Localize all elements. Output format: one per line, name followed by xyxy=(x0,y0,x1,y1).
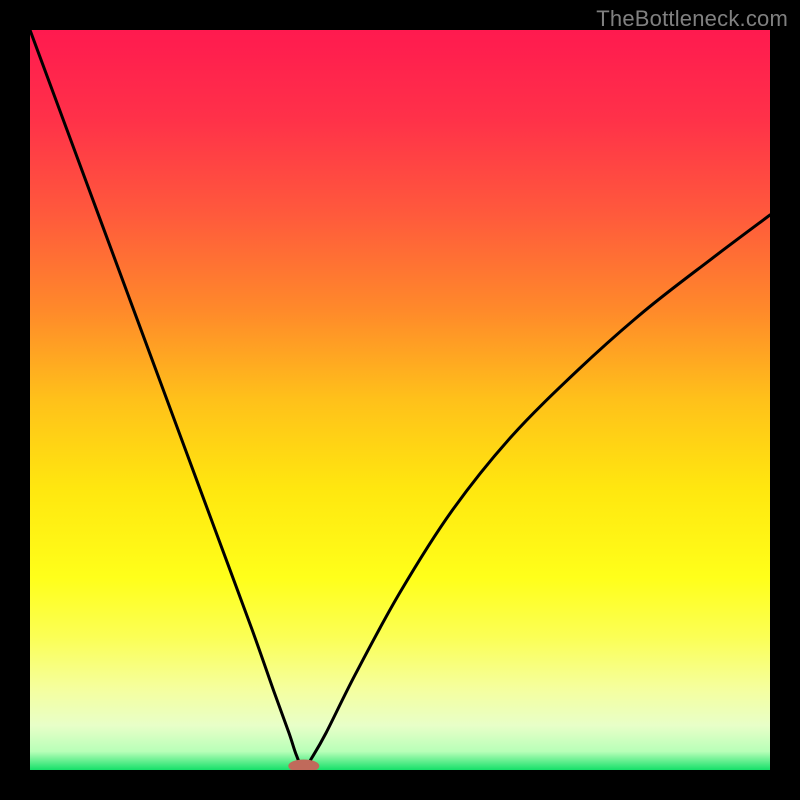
gradient-background xyxy=(30,30,770,770)
minimum-marker xyxy=(289,760,319,770)
chart-frame: TheBottleneck.com xyxy=(0,0,800,800)
plot-area xyxy=(30,30,770,770)
chart-svg xyxy=(30,30,770,770)
watermark-text: TheBottleneck.com xyxy=(596,6,788,32)
